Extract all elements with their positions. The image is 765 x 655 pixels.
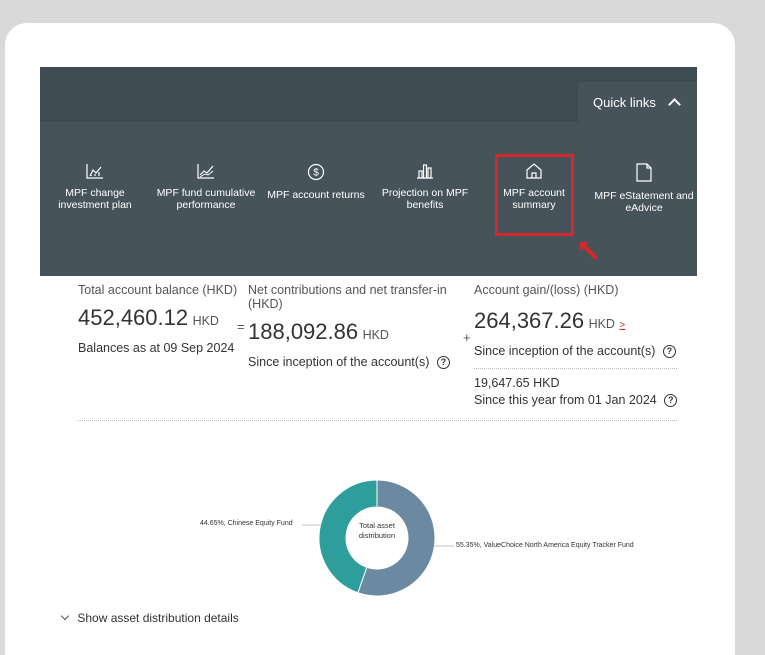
chevron-down-icon bbox=[60, 611, 70, 621]
chart-title: Total asset distribution bbox=[358, 521, 396, 540]
asset-distribution-chart bbox=[302, 479, 454, 597]
show-details-label: Show asset distribution details bbox=[77, 611, 239, 625]
slice-label-chinese-equity: 44.65%, Chinese Equity Fund bbox=[200, 520, 293, 527]
show-details-toggle[interactable]: Show asset distribution details bbox=[60, 611, 239, 625]
slice-label-north-america: 55.35%, ValueChoice North America Equity… bbox=[456, 542, 634, 549]
